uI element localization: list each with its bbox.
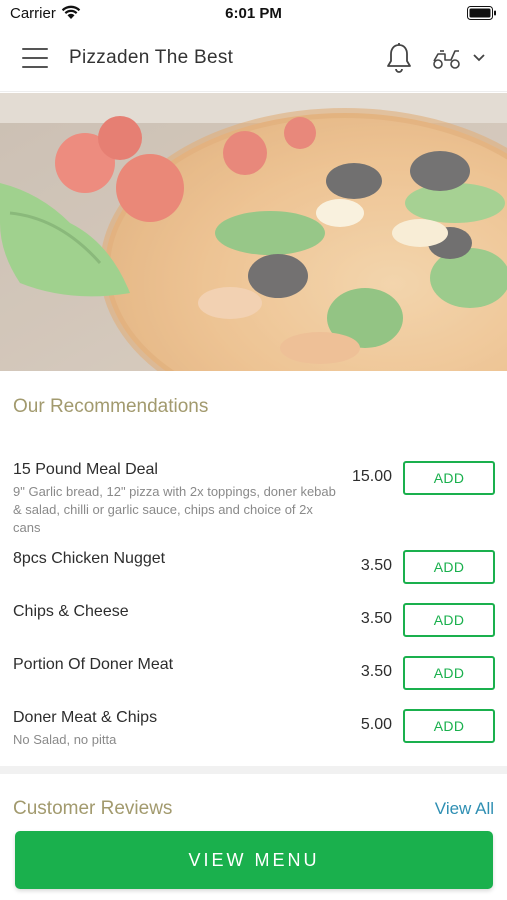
item-description: No Salad, no pitta <box>13 732 117 747</box>
restaurant-title: Pizzaden The Best <box>69 47 234 68</box>
status-bar: Carrier 6:01 PM <box>0 0 507 28</box>
item-price: 3.50 <box>360 610 392 627</box>
hero-food-image <box>0 93 507 371</box>
item-name: 15 Pound Meal Deal <box>13 461 158 478</box>
hamburger-menu-icon[interactable] <box>22 48 48 70</box>
app-header: Pizzaden The Best <box>0 28 507 92</box>
item-price: 5.00 <box>360 716 392 733</box>
item-price: 3.50 <box>360 557 392 574</box>
add-button[interactable]: ADD <box>403 550 495 584</box>
item-price: 15.00 <box>351 468 392 485</box>
item-price: 3.50 <box>360 663 392 680</box>
item-name: Doner Meat & Chips <box>13 709 158 726</box>
section-divider <box>0 766 507 774</box>
item-description: 9" Garlic bread, 12" pizza with 2x toppi… <box>13 484 336 535</box>
battery-icon <box>467 6 496 20</box>
reviews-title: Customer Reviews <box>13 798 173 819</box>
item-name: 8pcs Chicken Nugget <box>13 550 166 567</box>
chevron-down-icon[interactable] <box>472 53 486 63</box>
status-time: 6:01 PM <box>225 5 282 22</box>
add-button[interactable]: ADD <box>403 709 495 743</box>
add-button[interactable]: ADD <box>403 603 495 637</box>
recommendations-title: Our Recommendations <box>13 396 209 417</box>
add-button[interactable]: ADD <box>403 461 495 495</box>
add-button[interactable]: ADD <box>403 656 495 690</box>
item-name: Chips & Cheese <box>13 603 129 620</box>
delivery-scooter-icon[interactable] <box>431 47 463 71</box>
bell-icon[interactable] <box>385 42 413 74</box>
item-name: Portion Of Doner Meat <box>13 656 174 673</box>
view-menu-button[interactable]: VIEW MENU <box>15 831 493 889</box>
view-all-link[interactable]: View All <box>435 799 494 819</box>
